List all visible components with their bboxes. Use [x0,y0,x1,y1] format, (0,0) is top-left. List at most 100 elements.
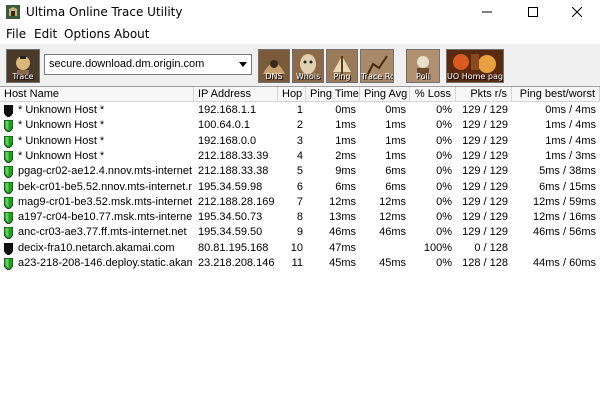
menu-bar: File Edit Options About [0,24,600,44]
cell-ping-avg: 6ms [385,165,406,178]
cell-ping-best-worst: 1ms / 4ms [545,134,596,147]
shield-status-icon [4,120,13,133]
shield-status-icon [4,181,13,194]
cell-ip: 80.81.195.168 [198,241,269,254]
cell-host: * Unknown Host * [18,119,105,132]
cell-loss: 0% [436,165,452,178]
combobox-dropdown-button[interactable] [234,55,251,74]
title-bar: Ultima Online Trace Utility [0,0,600,24]
table-row[interactable]: bek-cr01-be5.52.nnov.mts-internet.net 195… [0,180,600,195]
cell-loss: 0% [436,211,452,224]
menu-file[interactable]: File [6,27,26,41]
cell-ping-time: 13ms [329,211,356,224]
home-page-label: UO Home page [447,72,504,81]
dns-button[interactable]: DNS [258,49,290,83]
start-trace-label: Trace [12,72,34,81]
chevron-down-icon [238,62,247,67]
cell-hop: 1 [296,104,303,116]
host-combobox[interactable]: secure.download.dm.origin.com [44,54,252,75]
cell-loss: 0% [436,149,452,162]
col-header-pkts[interactable]: Pkts r/s [456,87,512,102]
cell-host: * Unknown Host * [18,104,105,116]
table-row[interactable]: pgag-cr02-ae12.4.nnov.mts-internet.net 21… [0,164,600,179]
table-row[interactable]: * Unknown Host * 192.168.0.0 3 1ms 1ms 0% 129 … [0,134,600,149]
cell-ip: 195.34.59.50 [198,226,263,239]
table-row[interactable]: a23-218-208-146.deploy.static.akamait...… [0,256,600,271]
cell-pkts: 129 / 129 [462,119,508,132]
cell-ip: 192.168.1.1 [198,104,257,116]
cell-ping-time: 47ms [329,241,356,254]
cell-hop: 11 [291,257,303,269]
maximize-icon [528,7,538,17]
whois-button[interactable]: Whois [292,49,324,83]
home-page-button[interactable]: UO Home page [446,49,504,83]
menu-edit[interactable]: Edit [34,27,57,41]
cell-ping-time: 46ms [329,226,356,239]
cell-ping-best-worst: 12ms / 59ms [533,195,596,208]
cell-host: anc-cr03-ae3.77.ff.mts-internet.net [18,226,187,239]
cell-ip: 192.168.0.0 [198,134,257,147]
table-row[interactable]: * Unknown Host * 192.168.1.1 1 0ms 0ms 0% 129 … [0,103,600,118]
ping-button[interactable]: Ping [326,49,358,83]
cell-ip: 23.218.208.146 [198,257,275,269]
minimize-icon [482,11,492,13]
col-header-hop[interactable]: Hop [278,87,306,102]
table-row[interactable]: decix-fra10.netarch.akamai.com 80.81.195.… [0,241,600,256]
cell-ping-avg: 12ms [379,195,406,208]
cell-hop: 2 [296,119,303,132]
minimize-button[interactable] [464,0,510,24]
table-row[interactable]: mag9-cr01-be3.52.msk.mts-internet.net 212… [0,195,600,210]
cell-ping-best-worst: 1ms / 4ms [545,119,596,132]
col-header-host[interactable]: Host Name [0,87,194,102]
shield-status-icon [4,150,13,163]
cell-host: mag9-cr01-be3.52.msk.mts-internet.net [18,195,192,208]
cell-pkts: 129 / 129 [462,180,508,193]
cell-ping-best-worst: 46ms / 56ms [533,226,596,239]
col-header-ping-best-worst[interactable]: Ping best/worst [512,87,600,102]
cell-ip: 212.188.28.169 [198,195,275,208]
cell-loss: 0% [436,195,452,208]
shield-status-icon [4,227,13,240]
cell-hop: 5 [296,165,303,178]
maximize-button[interactable] [510,0,556,24]
shield-status-icon [4,105,13,117]
table-row[interactable]: * Unknown Host * 212.188.33.39 4 2ms 1ms 0% 12… [0,149,600,164]
cell-hop: 3 [296,134,303,147]
cell-pkts: 129 / 129 [462,104,508,116]
start-trace-button[interactable]: Trace [6,49,40,83]
cell-ping-avg [360,241,406,256]
col-header-ping-time[interactable]: Ping Time [306,87,360,102]
table-row[interactable]: anc-cr03-ae3.77.ff.mts-internet.net 195.3… [0,225,600,240]
cell-ping-best-worst: 0ms / 4ms [545,104,596,116]
cell-ping-avg: 1ms [385,134,406,147]
col-header-ping-avg[interactable]: Ping Avg [360,87,410,102]
cell-ping-avg: 46ms [379,226,406,239]
app-icon [6,5,20,19]
col-header-ip[interactable]: IP Address [194,87,278,102]
cell-hop: 9 [296,226,303,239]
cell-host: bek-cr01-be5.52.nnov.mts-internet.net [18,180,192,193]
poll-label: Poll [416,72,430,81]
cell-host: a23-218-208-146.deploy.static.akamait... [18,257,192,269]
close-button[interactable] [554,0,600,24]
table-row[interactable]: a197-cr04-be10.77.msk.mts-internet.net 19… [0,210,600,225]
trace-results-grid[interactable]: Host Name IP Address Hop Ping Time Ping … [0,86,600,404]
poll-button[interactable]: Poll [406,49,440,83]
cell-ping-best-worst: 6ms / 15ms [539,180,596,193]
menu-options[interactable]: Options [64,27,110,41]
table-row[interactable]: * Unknown Host * 100.64.0.1 2 1ms 1ms 0% 129 /… [0,118,600,133]
col-header-loss[interactable]: % Loss [410,87,456,102]
trace-route-button[interactable]: Trace Route [360,49,394,83]
cell-ip: 212.188.33.38 [198,165,269,178]
cell-loss: 0% [436,257,452,269]
cell-pkts: 129 / 129 [462,165,508,178]
cell-ip: 100.64.0.1 [198,119,250,132]
menu-about[interactable]: About [114,27,149,41]
cell-hop: 8 [296,211,303,224]
cell-host: a197-cr04-be10.77.msk.mts-internet.net [18,211,192,224]
shield-status-icon [4,135,13,148]
cell-ping-time: 45ms [329,257,356,269]
cell-hop: 4 [296,149,303,162]
window-title: Ultima Online Trace Utility [26,5,183,19]
cell-ping-time: 2ms [335,149,356,162]
